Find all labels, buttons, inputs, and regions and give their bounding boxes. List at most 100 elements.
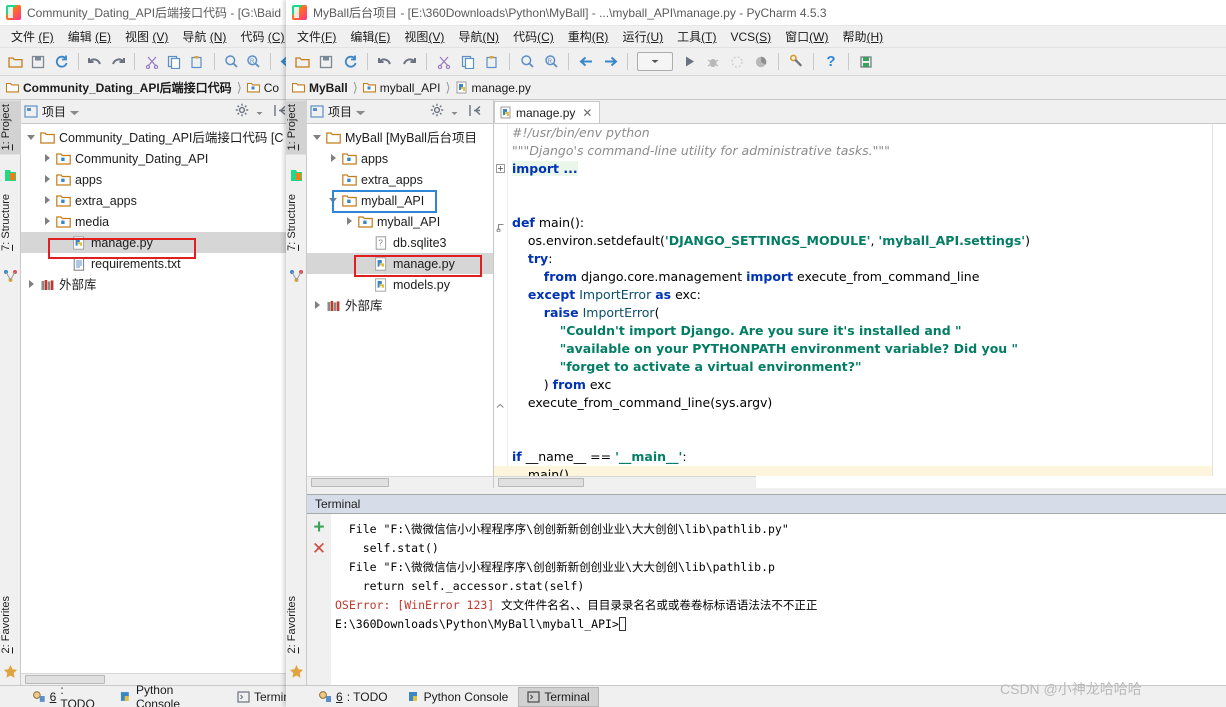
settings-wrench-icon[interactable] [785,51,807,73]
tree-node[interactable]: MyBall [MyBall后台项目 [307,127,493,148]
terminal-side-actions[interactable]: + ✕ [307,514,331,685]
tree-node[interactable]: Community_Dating_API后端接口代码 [C [21,127,298,148]
tree-node[interactable]: Community_Dating_API [21,148,298,169]
terminal-body[interactable]: + ✕ File "F:\微微信信小小程程序序\创创新新创创业业\大大创创\li… [307,514,1226,685]
editor-hscrollbar[interactable] [494,476,756,488]
editor-tab-manage-py[interactable]: manage.py ✕ [494,101,601,123]
menu-edit[interactable]: 编辑 (E) [61,26,118,47]
menu-编辑[interactable]: 编辑(E) [343,26,397,47]
right-tree-hscroll-thumb[interactable] [311,478,389,487]
chevron-down-icon[interactable] [329,195,340,206]
sidebar-tab-project[interactable]: 1: Project [0,100,21,155]
menu-重构[interactable]: 重构(R) [561,26,616,47]
code-line[interactable]: ) from exc [494,376,1226,394]
open-folder-icon[interactable] [5,51,26,73]
save-all-icon[interactable] [28,51,49,73]
chevron-down-icon[interactable] [313,132,324,143]
replace-magnifier-icon[interactable]: R [243,51,264,73]
chevron-right-icon[interactable] [27,279,38,290]
tree-node[interactable]: apps [21,169,298,190]
undo-arrow-icon[interactable] [84,51,105,73]
left-toolbar[interactable]: R [0,48,298,76]
right-toolbar[interactable]: R ? [286,48,1226,76]
menu-导航[interactable]: 导航(N) [451,26,506,47]
right-window-tool-rail[interactable]: 1: Project 7: Structure 2: Favorites [286,100,307,685]
forward-arrow-icon[interactable] [599,51,621,73]
menu-代码[interactable]: 代码(C) [506,26,561,47]
terminal-tab-bar[interactable]: Terminal [307,494,1226,514]
paste-icon[interactable] [187,51,208,73]
right-statusbar-python-console[interactable]: Python Console [398,688,517,706]
menu-运行[interactable]: 运行(U) [615,26,670,47]
gear-icon[interactable] [235,103,249,120]
run-configuration-selector[interactable] [637,52,673,71]
chevron-right-icon[interactable] [345,216,356,227]
find-magnifier-icon[interactable] [221,51,242,73]
breadcrumb-manage-py[interactable]: manage.py [456,81,531,95]
code-line[interactable]: try: [494,250,1226,268]
copy-icon-right[interactable] [457,51,479,73]
left-breadcrumb[interactable]: Community_Dating_API后端接口代码 ⟩ Co [0,76,298,100]
find-magnifier-icon-right[interactable] [516,51,538,73]
close-icon[interactable]: ✕ [582,106,592,120]
redo-arrow-icon[interactable] [107,51,128,73]
fold-expand-icon[interactable]: + [496,164,505,173]
tree-node[interactable]: requirements.txt [21,253,298,274]
terminal-output[interactable]: File "F:\微微信信小小程程序序\创创新新创创业业\大大创创\lib\pa… [331,514,1226,685]
menu-帮助[interactable]: 帮助(H) [836,26,891,47]
right-sidebar-tab-structure[interactable]: 7: Structure [286,190,307,255]
code-line[interactable]: #!/usr/bin/env python [494,124,1226,142]
code-line[interactable]: def main(): [494,214,1226,232]
tree-node[interactable]: myball_API [307,211,493,232]
code-line[interactable] [494,196,1226,214]
right-pycharm-window[interactable]: MyBall后台项目 - [E:\360Downloads\Python\MyB… [286,0,1226,707]
code-line[interactable] [494,178,1226,196]
menu-VCS[interactable]: VCS(S) [723,28,778,46]
copy-icon[interactable] [164,51,185,73]
chevron-right-icon[interactable] [313,300,324,311]
code-line[interactable]: from django.core.management import execu… [494,268,1226,286]
menu-文件[interactable]: 文件(F) [290,26,343,47]
code-line[interactable]: execute_from_command_line(sys.argv) [494,394,1226,412]
collapse-all-icon-right[interactable] [468,104,482,120]
chevron-right-icon[interactable] [43,195,54,206]
code-line[interactable]: raise ImportError( [494,304,1226,322]
right-tree-hscrollbar[interactable] [307,476,493,488]
fold-collapse-icon[interactable] [496,219,505,233]
menu-navigate[interactable]: 导航 (N) [175,26,233,47]
tree-node[interactable]: 外部库 [307,295,493,316]
open-folder-icon-right[interactable] [291,51,313,73]
breadcrumb-myball[interactable]: MyBall [292,81,348,95]
menu-code[interactable]: 代码 (C) [233,26,291,47]
right-statusbar-todo[interactable]: 6: TODO [310,688,396,706]
code-line[interactable]: "forget to activate a virtual environmen… [494,358,1226,376]
chevron-right-icon[interactable] [43,153,54,164]
menu-窗口[interactable]: 窗口(W) [778,26,835,47]
breadcrumb-project-root[interactable]: Community_Dating_API后端接口代码 [6,79,232,96]
chevron-down-icon[interactable] [70,105,79,119]
tree-node[interactable]: manage.py [307,253,493,274]
statusbar-python-console[interactable]: Python Console [110,681,227,707]
right-breadcrumb[interactable]: MyBall ⟩ myball_API ⟩ manage.py [286,76,1226,100]
tree-node[interactable]: ? db.sqlite3 [307,232,493,253]
right-sidebar-tab-project[interactable]: 1: Project [286,100,307,155]
sidebar-tab-favorites[interactable]: 2: Favorites [0,592,21,657]
save-all-icon-right[interactable] [315,51,337,73]
breadcrumb-myball-api[interactable]: myball_API [362,81,440,95]
left-pycharm-window[interactable]: Community_Dating_API后端接口代码 - [G:\Baid 文件… [0,0,298,707]
code-line[interactable]: "available on your PYTHONPATH environmen… [494,340,1226,358]
chevron-down-icon[interactable] [27,132,38,143]
replace-magnifier-icon-right[interactable]: R [540,51,562,73]
help-question-icon[interactable]: ? [820,51,842,73]
close-x-icon[interactable]: ✕ [312,540,326,557]
cut-scissors-icon-right[interactable] [433,51,455,73]
editor-marker-strip[interactable] [1212,124,1226,476]
database-save-icon[interactable] [855,51,877,73]
code-line[interactable]: import ... [494,160,1226,178]
right-menubar[interactable]: 文件(F) 编辑(E) 视图(V) 导航(N) 代码(C) 重构(R) 运行(U) 工具(T)… [286,26,1226,48]
code-editor[interactable]: #!/usr/bin/env python """Django's command… [494,124,1226,476]
chevron-down-icon-right[interactable] [356,105,365,119]
menu-视图[interactable]: 视图(V) [397,26,451,47]
gear-icon-right[interactable] [430,103,444,120]
cut-scissors-icon[interactable] [141,51,162,73]
